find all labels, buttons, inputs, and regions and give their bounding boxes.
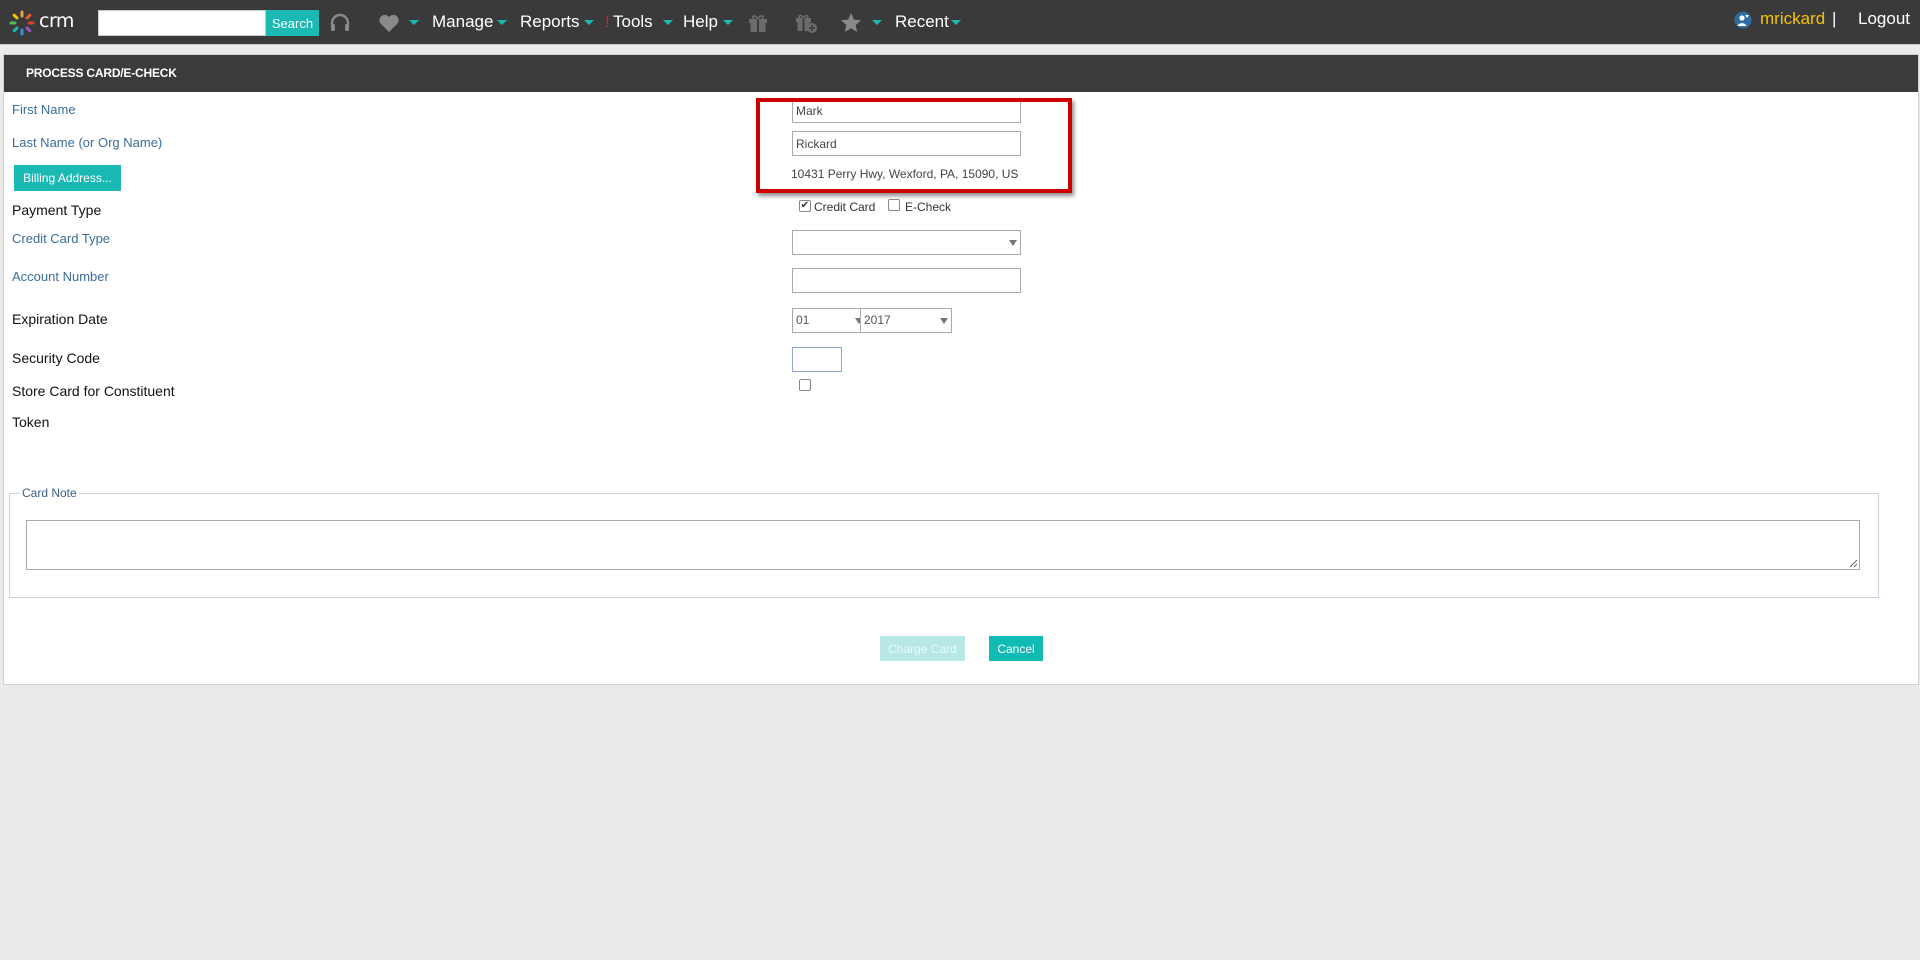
token-label: Token [12, 414, 50, 430]
nav-manage[interactable]: Manage [432, 12, 493, 32]
highlight-annotation-box [756, 98, 1072, 193]
star-icon[interactable] [839, 11, 863, 35]
store-card-label: Store Card for Constituent [12, 383, 175, 399]
expiration-month-select[interactable]: 01 [792, 308, 863, 333]
security-code-field[interactable] [792, 347, 842, 372]
crm-logo-icon[interactable] [9, 10, 35, 36]
echeck-checkbox[interactable] [888, 199, 900, 211]
user-separator: | [1832, 9, 1837, 28]
expiration-month-value: 01 [796, 313, 810, 327]
store-card-checkbox[interactable] [799, 379, 811, 391]
heart-chevron-down-icon[interactable] [409, 20, 419, 25]
nav-help[interactable]: Help [683, 12, 718, 32]
credit-card-type-select[interactable] [792, 230, 1021, 255]
search-input[interactable] [98, 10, 266, 36]
account-number-label: Account Number [12, 269, 109, 284]
user-name-link[interactable]: mrickard [1760, 9, 1825, 29]
credit-card-checkbox[interactable]: ✔ [799, 200, 811, 212]
manage-chevron-down-icon[interactable] [497, 20, 507, 25]
recent-chevron-down-icon[interactable] [951, 20, 961, 25]
reports-chevron-down-icon[interactable] [584, 20, 594, 25]
app-logo-text[interactable]: crm [39, 10, 74, 32]
headset-icon[interactable] [328, 11, 352, 35]
credit-card-type-label: Credit Card Type [12, 231, 111, 246]
charge-card-button[interactable]: Charge Card [880, 636, 965, 661]
account-number-field[interactable] [792, 268, 1021, 293]
expiration-year-value: 2017 [864, 313, 891, 327]
gift-add-icon[interactable] [794, 11, 818, 35]
user-avatar-icon[interactable] [1734, 11, 1752, 29]
resize-grip-icon[interactable] [1849, 559, 1858, 568]
logout-link[interactable]: Logout [1858, 9, 1910, 29]
nav-recent[interactable]: Recent [895, 12, 949, 32]
first-name-label: First Name [12, 102, 76, 117]
search-button[interactable]: Search [266, 10, 319, 36]
security-code-label: Security Code [12, 350, 100, 366]
payment-type-label: Payment Type [12, 202, 102, 218]
credit-card-option-label: Credit Card [814, 200, 876, 214]
last-name-label: Last Name (or Org Name) [12, 135, 163, 150]
echeck-option-label: E-Check [905, 200, 952, 214]
cancel-button[interactable]: Cancel [989, 636, 1043, 661]
chevron-down-icon [1009, 240, 1017, 246]
card-note-textarea[interactable] [26, 520, 1860, 570]
heart-icon[interactable] [377, 11, 401, 35]
billing-address-button[interactable]: Billing Address... [14, 165, 121, 191]
star-chevron-down-icon[interactable] [872, 20, 882, 25]
nav-reports[interactable]: Reports [520, 12, 580, 32]
card-note-legend: Card Note [22, 486, 77, 500]
chevron-down-icon [940, 318, 948, 324]
tools-chevron-down-icon[interactable] [663, 20, 673, 25]
expiration-year-select[interactable]: 2017 [860, 308, 952, 333]
process-card-panel: PROCESS CARD/E-CHECK First Name Last Nam… [3, 54, 1919, 685]
panel-title: PROCESS CARD/E-CHECK [4, 55, 1918, 92]
tools-alert-mark: ! [605, 12, 610, 31]
top-navigation-bar: crm Search Manage Reports ! Tools Help R… [0, 0, 1920, 45]
expiration-date-label: Expiration Date [12, 311, 108, 327]
help-chevron-down-icon[interactable] [723, 20, 733, 25]
gift-icon[interactable] [746, 11, 770, 35]
nav-tools[interactable]: Tools [613, 12, 653, 32]
